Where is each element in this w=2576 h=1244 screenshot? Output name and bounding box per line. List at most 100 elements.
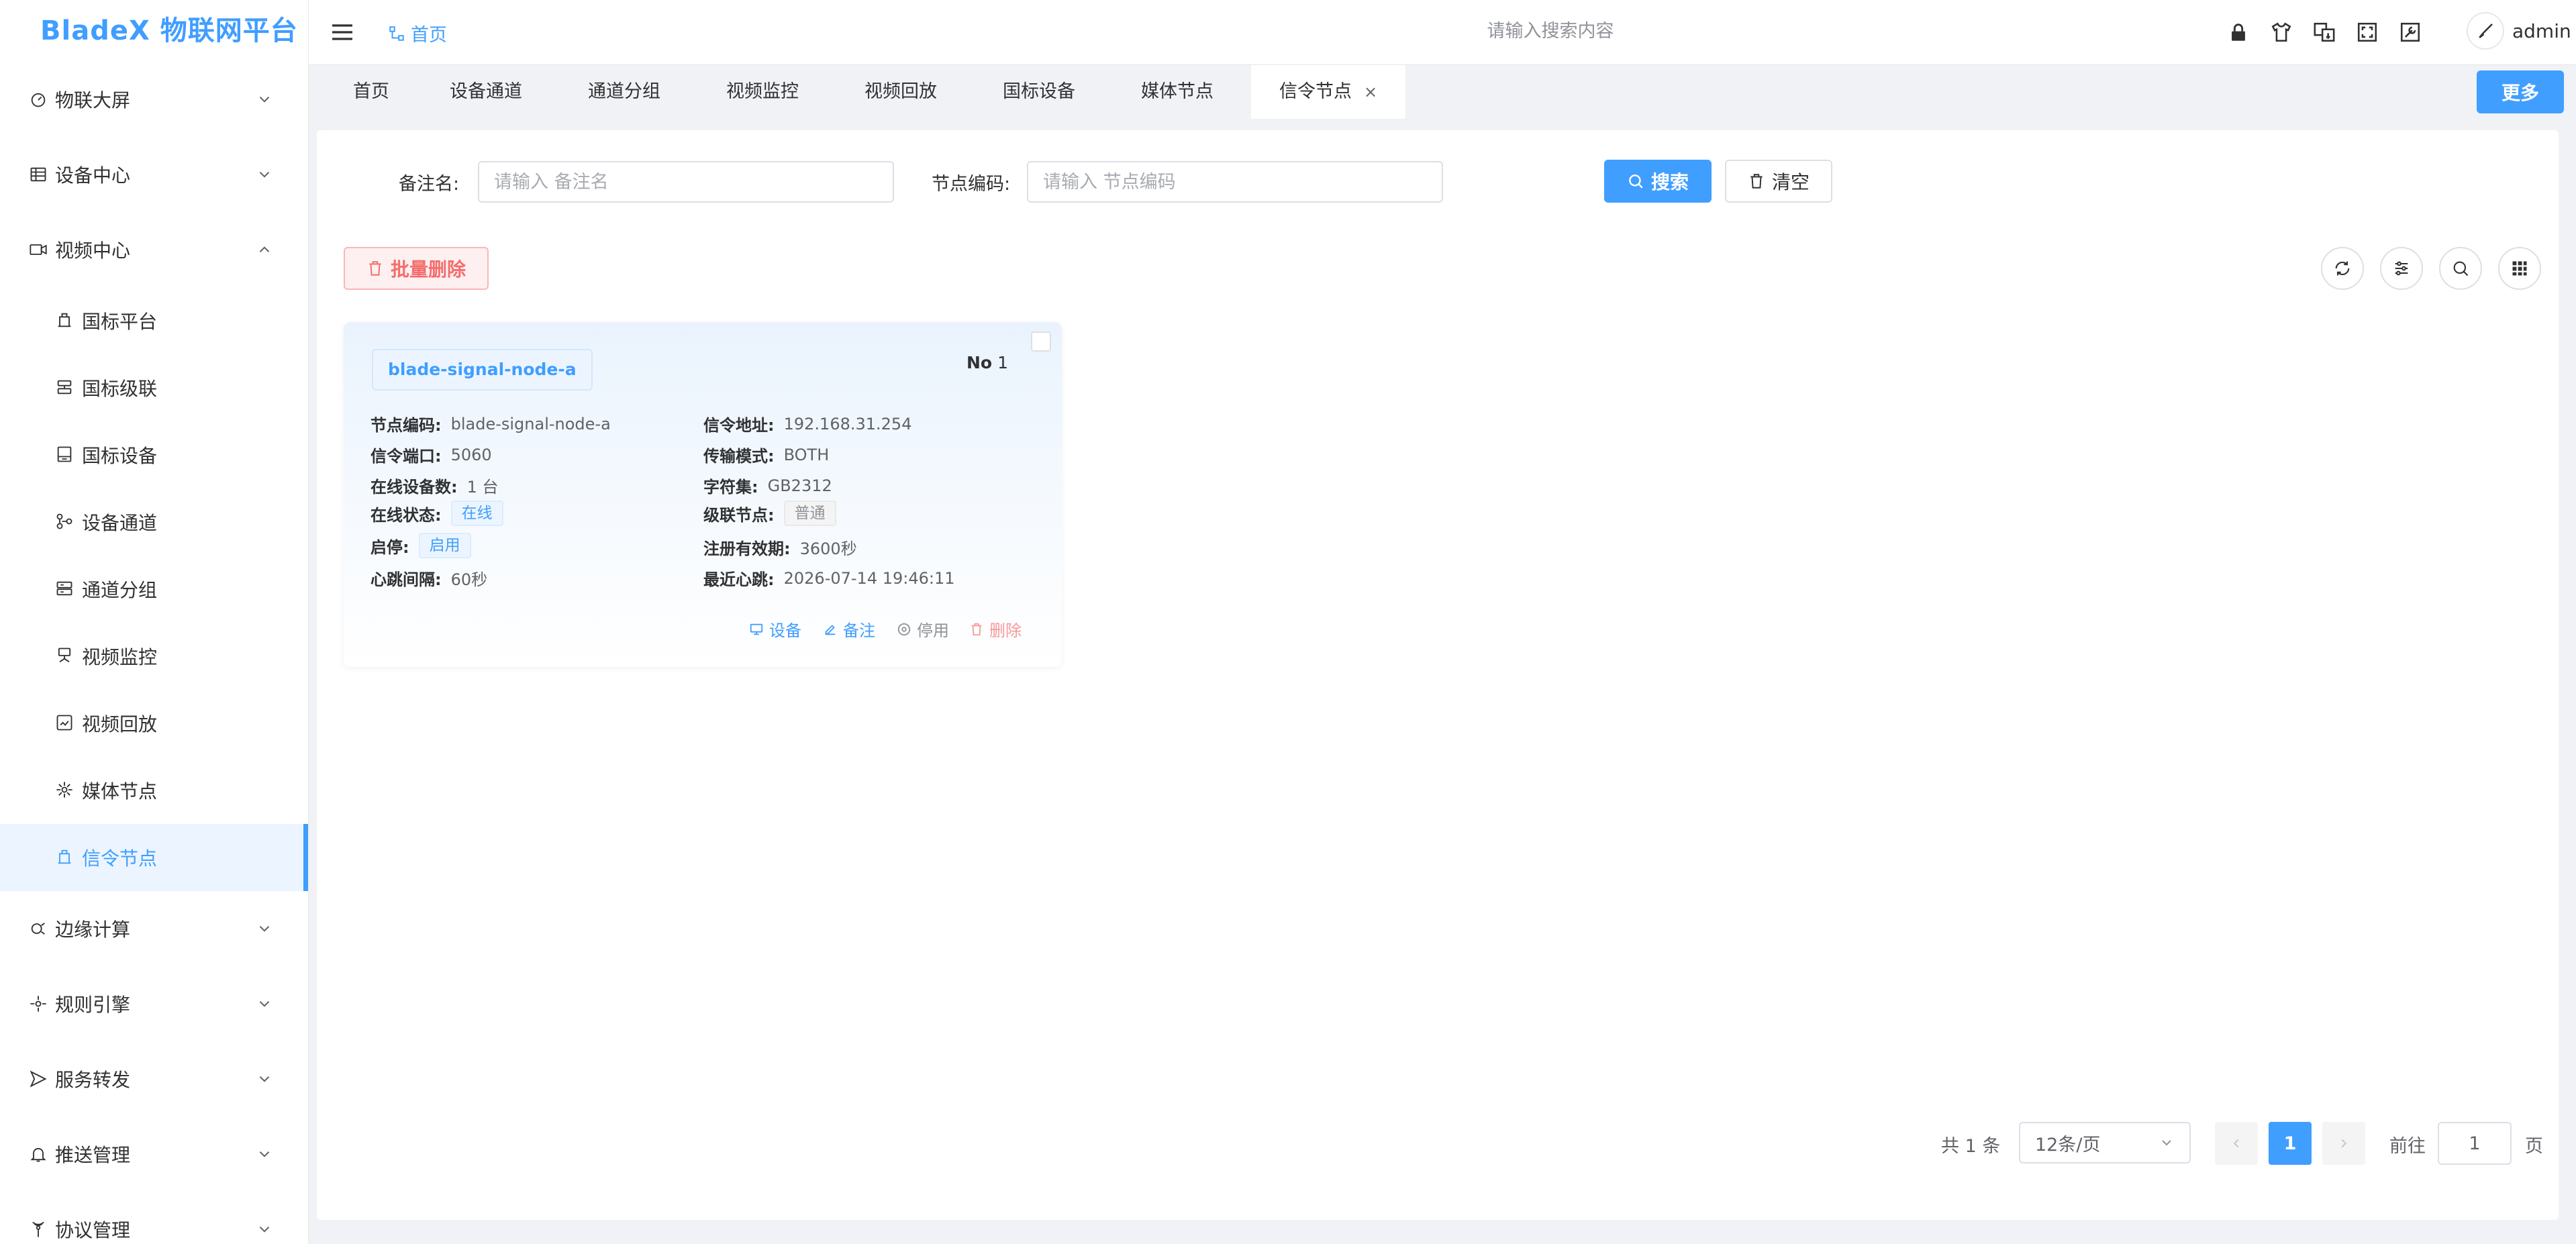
node-code-label: 节点编码:: [932, 174, 1011, 195]
search-icon: [1629, 174, 1643, 189]
device-action-button[interactable]: 设备: [749, 617, 801, 641]
sidebar-sub-gb-device[interactable]: 国标设备: [0, 421, 308, 488]
stop-circle-icon: [897, 623, 911, 635]
video-camera-icon: [28, 240, 48, 260]
monitor-icon: [750, 623, 763, 635]
fullscreen-icon: [2357, 22, 2377, 42]
sidebar-item-edge-compute[interactable]: 边缘计算: [0, 891, 308, 966]
sidebar-item-dashboard[interactable]: 物联大屏: [0, 62, 308, 137]
sidebar-item-label: 视频中心: [55, 240, 131, 262]
sidebar-sub-label: 媒体节点: [82, 780, 158, 802]
search-button-label: 搜索: [1650, 171, 1689, 193]
lock-icon: [2232, 23, 2245, 41]
sidebar-sub-label: 设备通道: [82, 512, 158, 534]
refresh-button[interactable]: [2321, 247, 2364, 290]
clear-button-label: 清空: [1771, 171, 1810, 193]
sidebar-item-service-forward[interactable]: 服务转发: [0, 1041, 308, 1117]
remark-action-button[interactable]: 备注: [823, 617, 875, 641]
sidebar-sub-video-monitor[interactable]: 视频监控: [0, 623, 308, 690]
user-menu[interactable]: admin: [2467, 12, 2571, 50]
field-key: 节点编码:: [370, 416, 442, 435]
field-value: BOTH: [783, 445, 830, 464]
fullscreen-button[interactable]: [2354, 19, 2381, 46]
batch-delete-button[interactable]: 批量删除: [344, 247, 489, 290]
sidebar-item-push-manage[interactable]: 推送管理: [0, 1117, 308, 1192]
chevron-down-icon: [259, 97, 270, 103]
clear-button[interactable]: 清空: [1725, 160, 1832, 203]
sidebar-item-protocol-manage[interactable]: 协议管理: [0, 1192, 308, 1244]
sidebar-item-video-center[interactable]: 视频中心: [0, 212, 308, 287]
tab-device-channel[interactable]: 设备通道: [450, 65, 522, 119]
delete-action-label: 删除: [989, 621, 1022, 640]
page-number-1[interactable]: 1: [2269, 1122, 2312, 1165]
page-size-value: 12条/页: [2035, 1134, 2101, 1155]
batch-delete-label: 批量删除: [390, 258, 466, 280]
prev-page-button[interactable]: [2215, 1122, 2258, 1165]
tab-signal-node[interactable]: 信令节点 ×: [1251, 65, 1406, 119]
delete-action-button[interactable]: 删除: [969, 617, 1022, 641]
tab-channel-group[interactable]: 通道分组: [588, 65, 660, 119]
sidebar-sub-gb-cascade[interactable]: 国标级联: [0, 354, 308, 421]
field-signal-address: 信令地址: 192.168.31.254: [703, 412, 911, 435]
translate-icon: [2314, 22, 2335, 42]
sidebar-sub-gb-platform[interactable]: 国标平台: [0, 287, 308, 354]
sidebar-sub-media-node[interactable]: 媒体节点: [0, 757, 308, 824]
sidebar-item-rule-engine[interactable]: 规则引擎: [0, 966, 308, 1041]
field-enable: 启停: 启用: [370, 533, 471, 558]
group-icon: [55, 579, 75, 599]
field-signal-port: 信令端口: 5060: [370, 443, 492, 466]
field-key: 启停:: [370, 537, 409, 557]
next-page-button[interactable]: [2322, 1122, 2365, 1165]
app-logo[interactable]: BladeX 物联网平台: [0, 0, 308, 62]
field-charset: 字符集: GB2312: [703, 474, 832, 497]
antenna-icon: [28, 1219, 48, 1239]
goto-page-input[interactable]: [2438, 1122, 2512, 1165]
language-button[interactable]: [2311, 19, 2338, 46]
settings-button[interactable]: [2397, 19, 2424, 46]
node-code-input[interactable]: [1027, 161, 1443, 203]
chevron-down-icon: [259, 1227, 270, 1233]
node-select-checkbox[interactable]: [1031, 331, 1051, 352]
lock-screen-button[interactable]: [2225, 19, 2252, 46]
field-value: 2026-07-14 19:46:11: [783, 568, 955, 588]
column-settings-button[interactable]: [2380, 247, 2423, 290]
sidebar-sub-label: 国标平台: [82, 311, 158, 333]
breadcrumb-home[interactable]: 首页: [411, 20, 447, 46]
sidebar-sub-channel-group[interactable]: 通道分组: [0, 556, 308, 623]
search-button[interactable]: 搜索: [1604, 160, 1712, 203]
more-tabs-button[interactable]: 更多: [2477, 70, 2564, 113]
bell-icon: [28, 1144, 48, 1164]
chevron-left-icon: [2233, 1139, 2239, 1148]
tab-gb-device[interactable]: 国标设备: [1003, 65, 1075, 119]
tab-label: 信令节点: [1279, 81, 1352, 102]
sidebar-sub-device-channel[interactable]: 设备通道: [0, 488, 308, 556]
tab-media-node[interactable]: 媒体节点: [1141, 65, 1213, 119]
close-icon[interactable]: ×: [1364, 83, 1377, 101]
breadcrumb[interactable]: 首页: [388, 20, 447, 46]
global-search-input[interactable]: [1383, 16, 1718, 46]
disable-action-label: 停用: [917, 621, 949, 640]
field-cascade-node: 级联节点: 普通: [703, 501, 836, 526]
sidebar-item-label: 边缘计算: [55, 919, 131, 941]
tab-video-playback[interactable]: 视频回放: [864, 65, 937, 119]
sidebar-sub-video-playback[interactable]: 视频回放: [0, 690, 308, 757]
device-icon: [55, 445, 75, 465]
sidebar-sub-label: 国标设备: [82, 445, 158, 467]
node-number: No 1: [967, 353, 1008, 372]
disable-action-button[interactable]: 停用: [897, 617, 949, 641]
username[interactable]: admin: [2512, 20, 2571, 42]
field-key: 级联节点:: [703, 505, 775, 525]
grid-view-button[interactable]: [2498, 247, 2541, 290]
theme-button[interactable]: [2268, 19, 2295, 46]
field-heartbeat-interval: 心跳间隔: 60秒: [370, 566, 487, 590]
sidebar-item-device-center[interactable]: 设备中心: [0, 137, 308, 212]
field-value: blade-signal-node-a: [450, 414, 611, 433]
page-size-select[interactable]: 12条/页: [2019, 1122, 2191, 1163]
sidebar-sub-signal-node[interactable]: 信令节点: [0, 824, 308, 891]
avatar[interactable]: [2467, 12, 2504, 50]
tab-home[interactable]: 首页: [353, 65, 389, 119]
tab-video-monitor[interactable]: 视频监控: [726, 65, 799, 119]
toggle-search-button[interactable]: [2439, 247, 2482, 290]
remark-input[interactable]: [478, 161, 894, 203]
hamburger-menu-icon[interactable]: [329, 19, 356, 46]
